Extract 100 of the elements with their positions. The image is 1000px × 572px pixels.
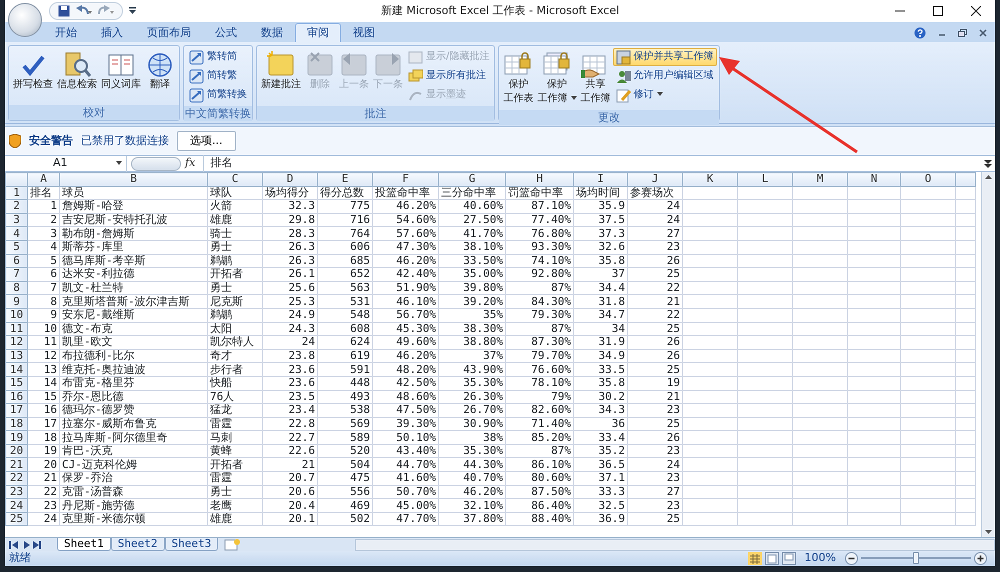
table-cell: 520: [318, 444, 372, 458]
column-header[interactable]: N: [848, 172, 900, 186]
column-header[interactable]: B: [60, 172, 208, 186]
options-button[interactable]: 选项...: [177, 130, 236, 152]
row-header[interactable]: 8: [6, 281, 28, 295]
ribbon-tab[interactable]: 插入: [89, 23, 135, 42]
office-button[interactable]: [8, 3, 42, 37]
slider-thumb[interactable]: [913, 552, 919, 564]
ribbon-button[interactable]: 简转繁: [186, 67, 250, 85]
column-header[interactable]: C: [208, 172, 262, 186]
ribbon-button[interactable]: 共享 工作簿: [578, 48, 613, 108]
table-cell: 丹尼斯-施劳德: [60, 498, 208, 512]
table-cell: 23: [628, 498, 682, 512]
row-header[interactable]: 25: [6, 512, 28, 526]
row-header[interactable]: 3: [6, 213, 28, 227]
row-header[interactable]: 12: [6, 336, 28, 350]
table-cell: 1: [28, 200, 60, 214]
ribbon-button[interactable]: 保护 工作簿: [535, 48, 579, 108]
ribbon-button[interactable]: 显示所有批注: [405, 67, 492, 85]
table-cell: 29.8: [262, 213, 318, 227]
ribbon-tab[interactable]: 开始: [43, 23, 89, 42]
table-cell: 9: [28, 308, 60, 322]
ribbon-button[interactable]: 同义词库: [99, 48, 143, 94]
row-header[interactable]: 13: [6, 349, 28, 363]
column-header[interactable]: J: [628, 172, 682, 186]
ribbon-button[interactable]: 新建批注: [259, 48, 303, 94]
table-cell: 26: [628, 254, 682, 268]
ribbon-tab[interactable]: 审阅: [295, 23, 341, 42]
scroll-up-icon: [985, 175, 992, 179]
ribbon-tab[interactable]: 页面布局: [135, 23, 203, 42]
row-header[interactable]: 18: [6, 417, 28, 431]
row-header[interactable]: 23: [6, 485, 28, 499]
table-cell: 场均时间: [574, 186, 628, 200]
table-cell: 保罗-乔治: [60, 472, 208, 486]
row-header[interactable]: 4: [6, 226, 28, 240]
ribbon-button[interactable]: 允许用户编辑区域: [612, 67, 717, 85]
ribbon-tab[interactable]: 数据: [249, 23, 295, 42]
zoom-level[interactable]: 100%: [804, 550, 836, 566]
row-header[interactable]: 10: [6, 308, 28, 322]
ribbon-button[interactable]: 保护并共享工作簿: [612, 48, 717, 66]
row-header[interactable]: 17: [6, 404, 28, 418]
column-header[interactable]: F: [372, 172, 438, 186]
horizontal-scrollbar[interactable]: [355, 538, 995, 550]
column-header[interactable]: M: [792, 172, 848, 186]
column-header[interactable]: K: [682, 172, 738, 186]
ribbon-tab[interactable]: 公式: [203, 23, 249, 42]
table-cell: 猛龙: [208, 404, 262, 418]
table-cell: 34.3: [574, 404, 628, 418]
row-header[interactable]: 6: [6, 254, 28, 268]
table-cell: 17: [28, 417, 60, 431]
ribbon-button[interactable]: 信息检索: [55, 48, 99, 94]
scroll-down-icon: [985, 530, 992, 534]
column-header[interactable]: E: [318, 172, 372, 186]
select-all-corner[interactable]: [6, 172, 28, 186]
ribbon-button[interactable]: 繁转简: [186, 48, 250, 66]
ribbon-button[interactable]: 保护 工作表: [501, 48, 536, 108]
column-header[interactable]: L: [738, 172, 792, 186]
table-cell: 23: [628, 404, 682, 418]
row-header[interactable]: 14: [6, 362, 28, 376]
table-cell: 19: [628, 376, 682, 390]
table-cell: 88.40%: [506, 512, 574, 526]
table-cell: 79.30%: [506, 308, 574, 322]
ribbon-button[interactable]: 简繁转换: [186, 86, 250, 104]
column-header[interactable]: G: [438, 172, 506, 186]
ribbon-tab[interactable]: 视图: [341, 23, 387, 42]
column-header[interactable]: O: [900, 172, 956, 186]
ribbon-button[interactable]: 拼写检查: [11, 48, 55, 94]
row-header[interactable]: 9: [6, 294, 28, 308]
sheet-tab[interactable]: Sheet2: [110, 538, 164, 551]
table-cell: 504: [318, 458, 372, 472]
table-cell: 46.20%: [372, 254, 438, 268]
sheet-tab[interactable]: Sheet3: [164, 538, 218, 551]
row-header[interactable]: 15: [6, 376, 28, 390]
row-header[interactable]: 24: [6, 498, 28, 512]
ribbon-button[interactable]: 修订: [612, 86, 717, 104]
table-cell: 凯尔特人: [208, 336, 262, 350]
row-header[interactable]: 1: [6, 186, 28, 200]
row-header[interactable]: 19: [6, 430, 28, 444]
table-cell: 87%: [506, 322, 574, 336]
sheet-tab[interactable]: Sheet1: [57, 538, 111, 551]
row-header[interactable]: 2: [6, 200, 28, 214]
table-cell: 黄蜂: [208, 444, 262, 458]
row-header[interactable]: 22: [6, 472, 28, 486]
table-cell: 685: [318, 254, 372, 268]
column-header[interactable]: H: [506, 172, 574, 186]
row-header[interactable]: 5: [6, 240, 28, 254]
row-header[interactable]: 20: [6, 444, 28, 458]
row-header[interactable]: 7: [6, 268, 28, 282]
table-cell: 85.20%: [506, 430, 574, 444]
column-header[interactable]: A: [28, 172, 60, 186]
row-header[interactable]: 11: [6, 322, 28, 336]
zoom-out-icon: [845, 552, 858, 565]
column-header[interactable]: I: [574, 172, 628, 186]
table-cell: 3: [28, 226, 60, 240]
row-header[interactable]: 16: [6, 390, 28, 404]
ribbon-button[interactable]: 翻译: [143, 48, 177, 94]
insert-function-button[interactable]: fx: [185, 155, 196, 172]
row-header[interactable]: 21: [6, 458, 28, 472]
vertical-scrollbar[interactable]: [981, 172, 995, 537]
column-header[interactable]: D: [262, 172, 318, 186]
